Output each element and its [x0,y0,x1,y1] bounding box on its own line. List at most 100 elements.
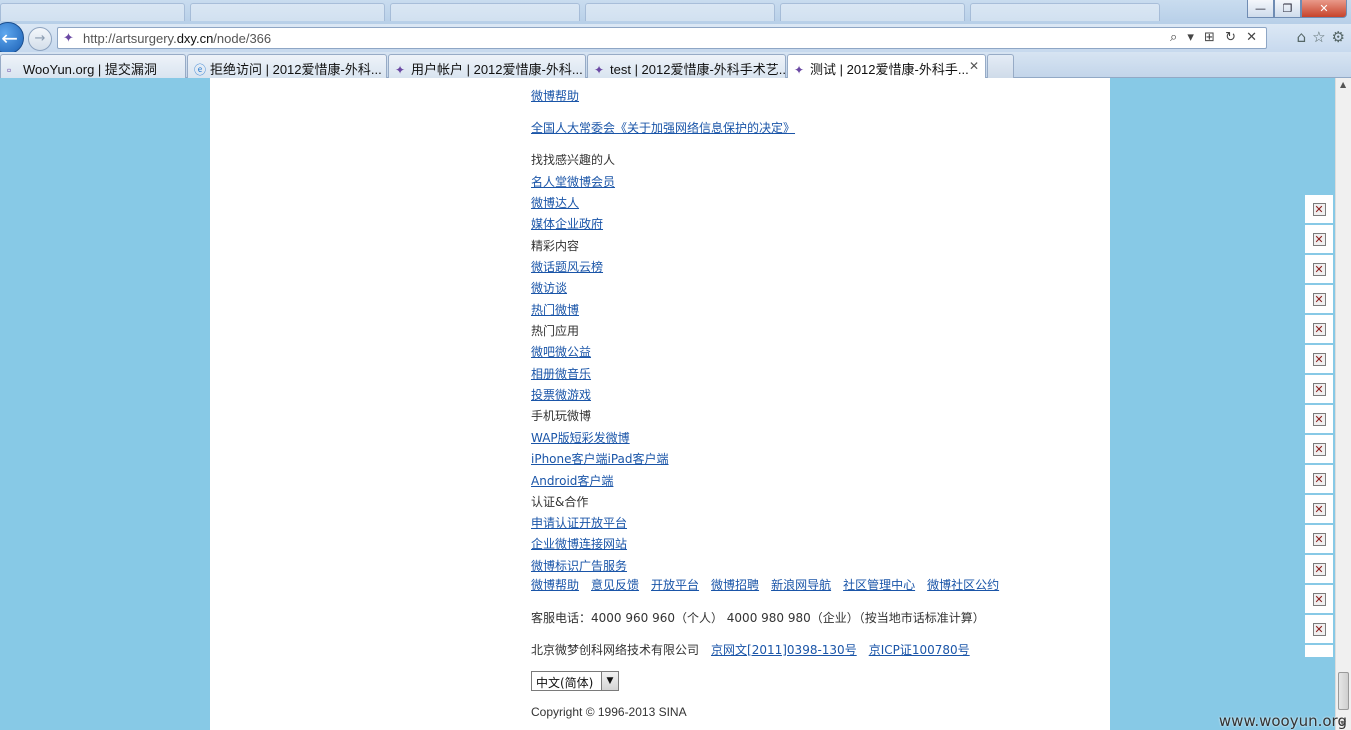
favorites-star-icon[interactable]: ☆ [1312,28,1325,46]
section-link[interactable]: 相册微音乐 [531,365,591,382]
close-popup-button[interactable]: ✕ [1305,285,1333,313]
close-popup-button[interactable]: ✕ [1305,405,1333,433]
close-icon: ✕ [1312,472,1326,486]
butterfly-icon: ✦ [594,63,605,77]
section-link[interactable]: 微话题风云榜 [531,258,603,275]
section-heading: 热门应用 [531,324,580,338]
footer-link[interactable]: 新浪网导航 [771,576,831,593]
weibo-help-link[interactable]: 微博帮助 [531,87,579,104]
section-link[interactable]: iPhone客户端iPad客户端 [531,450,669,467]
watermark: www.wooyun.org [1218,712,1347,730]
close-popup-button[interactable]: ✕ [1305,585,1333,613]
customer-hotline: 客服电话：4000 960 960（个人） 4000 980 980（企业）（按… [531,611,985,625]
close-tab-icon[interactable]: ✕ [969,59,979,73]
window-controls: — ❐ ✕ [1247,0,1347,18]
close-popup-button[interactable]: ✕ [1305,525,1333,553]
close-icon: ✕ [1312,622,1326,636]
tab-bar: ▫ WooYun.org | 提交漏洞 ⓔ 拒绝访问 | 2012爱惜康-外科...… [0,52,1351,78]
close-popup-button[interactable]: ✕ [1305,315,1333,343]
close-popup-button[interactable]: ✕ [1305,225,1333,253]
section-link[interactable]: Android客户端 [531,472,613,489]
new-tab-button[interactable] [987,54,1014,78]
close-popup-button-partial[interactable] [1305,645,1333,657]
section-heading: 手机玩微博 [531,409,592,423]
address-bar[interactable]: ✦ http://artsurgery.dxy.cn/node/366 ⌕ ▾ … [57,27,1267,49]
tab-test[interactable]: ✦ test | 2012爱惜康-外科手术艺... [587,54,786,78]
close-popup-button[interactable]: ✕ [1305,345,1333,373]
background-tab-ghost [585,3,775,21]
close-icon: ✕ [1312,502,1326,516]
browser-toolbar-right: ⌂ ☆ ⚙ [1297,28,1345,46]
section-heading: 找找感兴趣的人 [531,153,616,167]
minimize-button[interactable]: — [1247,0,1274,18]
scroll-up-arrow-icon[interactable]: ▲ [1340,80,1346,89]
close-icon: ✕ [1312,232,1326,246]
language-select[interactable]: 中文(简体) ▼ [531,671,619,691]
icp-link[interactable]: 京ICP证100780号 [869,641,970,658]
butterfly-icon: ✦ [395,63,406,77]
npc-decision-link[interactable]: 全国人大常委会《关于加强网络信息保护的决定》 [531,119,795,136]
section-link[interactable]: 微博达人 [531,194,579,211]
url-text: http://artsurgery.dxy.cn/node/366 [83,31,272,46]
section-link[interactable]: 申请认证开放平台 [531,514,627,531]
section-link[interactable]: 投票微游戏 [531,386,591,403]
vertical-scrollbar[interactable]: ▲ ▼ [1335,78,1351,730]
home-icon[interactable]: ⌂ [1297,28,1307,46]
footer-link[interactable]: 意见反馈 [591,576,639,593]
section-link[interactable]: 媒体企业政府 [531,215,603,232]
footer-link[interactable]: 微博社区公约 [927,576,999,593]
section-link[interactable]: WAP版短彩发微博 [531,429,630,446]
forward-button[interactable]: → [28,27,52,51]
close-icon: ✕ [1312,292,1326,306]
language-selected: 中文(简体) [536,676,594,690]
butterfly-icon: ✦ [794,63,805,77]
close-popup-button[interactable]: ✕ [1305,465,1333,493]
close-popup-button[interactable]: ✕ [1305,555,1333,583]
close-popup-button[interactable]: ✕ [1305,435,1333,463]
tab-active-ceshi[interactable]: ✦ 测试 | 2012爱惜康-外科手... ✕ [787,54,986,78]
tab-access-denied[interactable]: ⓔ 拒绝访问 | 2012爱惜康-外科... [187,54,387,78]
footer-link[interactable]: 微博帮助 [531,576,579,593]
section-link[interactable]: 企业微博连接网站 [531,535,627,552]
close-icon: ✕ [1312,562,1326,576]
scroll-thumb[interactable] [1338,672,1349,710]
footer-link[interactable]: 微博招聘 [711,576,759,593]
close-icon: ✕ [1312,592,1326,606]
dropdown-arrow-icon[interactable]: ▼ [601,672,618,690]
close-popup-button[interactable]: ✕ [1305,615,1333,643]
close-icon: ✕ [1312,352,1326,366]
settings-gear-icon[interactable]: ⚙ [1332,28,1345,46]
footer-link[interactable]: 社区管理中心 [843,576,915,593]
section-link[interactable]: 微吧微公益 [531,343,591,360]
restore-button[interactable]: ❐ [1274,0,1301,18]
close-icon: ✕ [1312,262,1326,276]
close-button-stack: ✕ ✕ ✕ ✕ ✕ ✕ ✕ ✕ ✕ ✕ ✕ ✕ ✕ ✕ ✕ [1305,195,1333,645]
background-tab-ghost [0,3,185,21]
background-tab-ghost [190,3,385,21]
close-popup-button[interactable]: ✕ [1305,255,1333,283]
tab-wooyun[interactable]: ▫ WooYun.org | 提交漏洞 [0,54,186,78]
close-window-button[interactable]: ✕ [1301,0,1347,18]
section-link[interactable]: 微博标识广告服务 [531,557,627,574]
address-tools[interactable]: ⌕ ▾ ⊞ ↻ ✕ [1170,30,1260,45]
tab-label: test | 2012爱惜康-外科手术艺... [610,62,786,77]
close-icon: ✕ [1312,442,1326,456]
tab-label: 测试 | 2012爱惜康-外科手... [810,62,969,77]
section-heading: 认证&合作 [531,495,589,509]
footer-link[interactable]: 开放平台 [651,576,699,593]
license-link[interactable]: 京网文[2011]0398-130号 [711,641,857,658]
section-link[interactable]: 名人堂微博会员 [531,173,615,190]
tab-label: WooYun.org | 提交漏洞 [23,62,157,77]
section-heading: 精彩内容 [531,239,580,253]
close-icon: ✕ [1312,202,1326,216]
copyright: Copyright © 1996-2013 SINA [531,705,687,719]
background-tab-ghost [780,3,965,21]
close-icon: ✕ [1312,382,1326,396]
close-popup-button[interactable]: ✕ [1305,375,1333,403]
close-popup-button[interactable]: ✕ [1305,495,1333,523]
close-icon: ✕ [1312,322,1326,336]
section-link[interactable]: 热门微博 [531,301,579,318]
section-link[interactable]: 微访谈 [531,279,567,296]
close-popup-button[interactable]: ✕ [1305,195,1333,223]
tab-user-account[interactable]: ✦ 用户帐户 | 2012爱惜康-外科... [388,54,586,78]
